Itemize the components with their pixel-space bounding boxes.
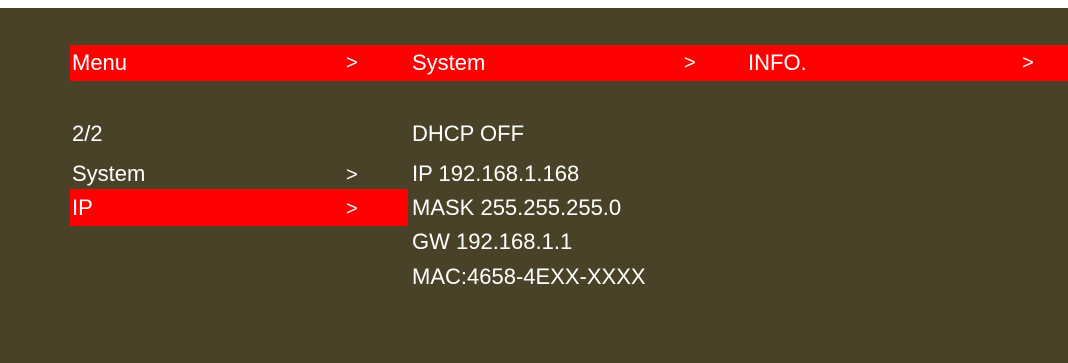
chevron-right-icon: >	[346, 198, 358, 220]
ip-address: IP 192.168.1.168	[412, 161, 580, 186]
breadcrumb-arrow-3: >	[1022, 52, 1034, 74]
chevron-right-icon: >	[346, 164, 358, 186]
menu-item-label: IP	[72, 195, 93, 220]
menu-item-label: System	[72, 161, 146, 186]
dhcp-status: DHCP OFF	[412, 121, 525, 146]
breadcrumb-arrow-2: >	[684, 52, 696, 74]
breadcrumb-bar	[70, 45, 1068, 81]
page-indicator: 2/2	[72, 121, 103, 146]
osd-menu-panel: Menu > System > INFO. > 2/2 System > IP …	[0, 8, 1068, 363]
gateway-address: GW 192.168.1.1	[412, 229, 573, 254]
subnet-mask: MASK 255.255.255.0	[412, 195, 622, 220]
breadcrumb-item-system[interactable]: System	[412, 49, 485, 77]
mac-address: MAC:4658-4EXX-XXXX	[412, 264, 646, 289]
breadcrumb-item-menu[interactable]: Menu	[72, 49, 127, 77]
top-border	[0, 0, 1068, 8]
breadcrumb-item-info[interactable]: INFO.	[748, 49, 807, 77]
breadcrumb-arrow-1: >	[346, 52, 358, 74]
